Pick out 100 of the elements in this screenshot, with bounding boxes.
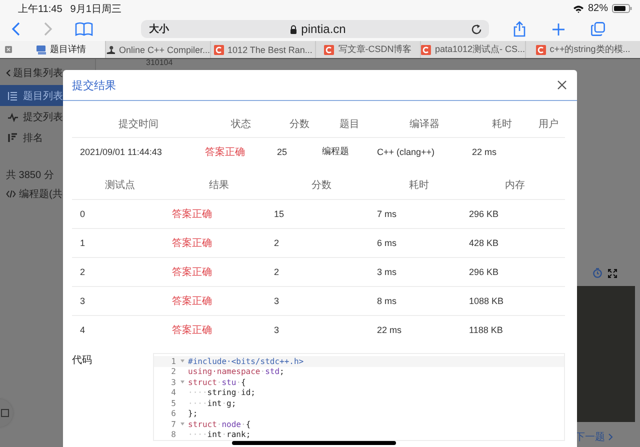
table-cell-text: 3 <box>273 325 280 335</box>
reload-icon[interactable] <box>471 24 482 34</box>
line-number: 1 <box>170 356 176 366</box>
browser-tab[interactable]: 1012 The Best Ran... <box>210 41 315 58</box>
table-cell-text: 3 <box>273 296 280 306</box>
code-line: ····int·g; <box>188 398 236 408</box>
column-header: 分数 <box>310 179 332 192</box>
table-cell-text: 答案正确 <box>205 146 246 158</box>
column-header: 耗时 <box>408 178 430 192</box>
line-number: 4 <box>170 388 176 398</box>
column-header: 内存 <box>504 178 526 192</box>
favicon-icon <box>421 44 431 54</box>
table-cell-text: 3 <box>79 296 86 306</box>
table-cell-text: 答案正确 <box>171 294 213 308</box>
browser-tab[interactable]: c++的string类的模... <box>525 41 640 58</box>
favicon-icon <box>536 44 546 54</box>
status-time: 上午11:45 <box>18 2 62 16</box>
table-cell-text: 6 ms <box>376 238 398 248</box>
table-cell-text: 296 KB <box>468 267 500 277</box>
browser-tab[interactable]: 题目详情 <box>17 41 105 58</box>
code-line: ····string·id; <box>188 388 256 398</box>
text-size-button[interactable]: 大小 <box>149 22 173 36</box>
table-cell-text: 答案正确 <box>171 208 213 221</box>
table-cell-text: 428 KB <box>468 238 500 248</box>
table-cell-text: 答案正确 <box>171 324 213 337</box>
table-cell-text: 2 <box>273 267 280 277</box>
table-cell-text: 8 ms <box>376 296 398 306</box>
fullscreen-icon[interactable] <box>608 268 617 278</box>
column-header: 提交时间 <box>118 118 160 130</box>
bars-icon <box>8 132 18 142</box>
code-line: #include·<bits/stdc++.h> <box>188 356 304 366</box>
back-icon[interactable] <box>11 22 21 36</box>
square-icon <box>1 409 9 417</box>
table-cell-text: 1 <box>79 238 86 248</box>
table-cell-text: 1088 KB <box>468 296 505 306</box>
favicon-icon <box>324 44 334 54</box>
code-icon <box>6 190 16 198</box>
code-line: using·namespace·std; <box>188 367 284 376</box>
code-line: struct·node·{ <box>188 420 251 429</box>
column-header: 分数 <box>288 118 310 130</box>
browser-tab[interactable]: pata1012测试点- CS... <box>420 41 525 58</box>
line-number: 6 <box>170 409 176 418</box>
column-header: 题目 <box>338 118 360 130</box>
table-cell-text: 2 <box>273 238 280 248</box>
browser-tab[interactable]: 写文章-CSDN博客 <box>315 41 420 58</box>
plus-icon[interactable] <box>552 22 565 36</box>
table-cell-text: 15 <box>273 209 286 219</box>
lock-icon <box>290 24 298 34</box>
line-number: 5 <box>170 398 176 408</box>
wifi-icon <box>572 4 584 12</box>
battery-percent: 82% <box>588 3 608 14</box>
code-label: 代码 <box>72 354 93 368</box>
fold-icon[interactable] <box>180 380 184 384</box>
share-icon[interactable] <box>513 21 526 37</box>
column-header: 结果 <box>208 178 230 192</box>
fold-icon[interactable] <box>180 422 184 426</box>
table-cell-text: 22 ms <box>472 146 498 156</box>
column-header: 用户 <box>538 118 560 130</box>
line-number: 2 <box>170 367 176 376</box>
background-text: 310104 <box>145 59 173 69</box>
table-cell-text: 25 <box>277 146 288 156</box>
table-cell-text: 1188 KB <box>468 325 504 335</box>
table-cell-text: 2021/09/01 11:44:43 <box>79 146 163 156</box>
code-line: struct·stu·{ <box>188 378 246 387</box>
address-text: pintia.cn <box>301 22 346 36</box>
code-line: ····int·rank; <box>188 430 251 440</box>
sidebar-item[interactable]: 排名 <box>0 127 95 148</box>
table-cell-text: 编程题 <box>322 145 350 158</box>
fold-icon[interactable] <box>180 359 184 364</box>
column-header: 耗时 <box>491 118 513 130</box>
table-cell-text: 7 ms <box>376 209 398 219</box>
table-cell-text: C++ (clang++) <box>377 146 436 156</box>
pulse-icon <box>8 112 18 122</box>
chevron-icon <box>608 433 613 441</box>
column-header: 测试点 <box>104 178 136 192</box>
line-number: 7 <box>170 420 176 429</box>
table-cell-text: 4 <box>79 325 86 335</box>
close-tab-icon[interactable] <box>5 46 12 53</box>
tabs-icon[interactable] <box>591 22 605 36</box>
computer-icon <box>36 44 46 54</box>
column-header: 编译器 <box>408 118 440 130</box>
figure-icon <box>106 44 115 54</box>
close-icon[interactable] <box>557 80 567 90</box>
sidebar-item[interactable]: 提交列表 <box>0 106 95 127</box>
table-cell-text: 3 ms <box>376 267 398 277</box>
table-cell-text: 22 ms <box>376 325 403 335</box>
line-number: 3 <box>170 378 176 387</box>
category-link[interactable]: 编程题(共 <box>0 182 95 201</box>
table-cell-text: 0 <box>79 209 86 219</box>
clock-icon[interactable] <box>593 268 602 278</box>
table-cell-text: 答案正确 <box>171 236 213 250</box>
chevron-icon <box>6 69 11 77</box>
list-icon <box>8 90 18 100</box>
browser-tab[interactable]: Online C++ Compiler... <box>105 41 210 58</box>
table-cell-text: 2 <box>79 267 86 277</box>
line-number: 8 <box>170 430 176 440</box>
table-cell-text: 答案正确 <box>171 266 213 279</box>
address-field[interactable]: 大小 pintia.cn <box>141 20 489 38</box>
code-line: }; <box>188 409 198 418</box>
book-icon[interactable] <box>75 22 93 36</box>
